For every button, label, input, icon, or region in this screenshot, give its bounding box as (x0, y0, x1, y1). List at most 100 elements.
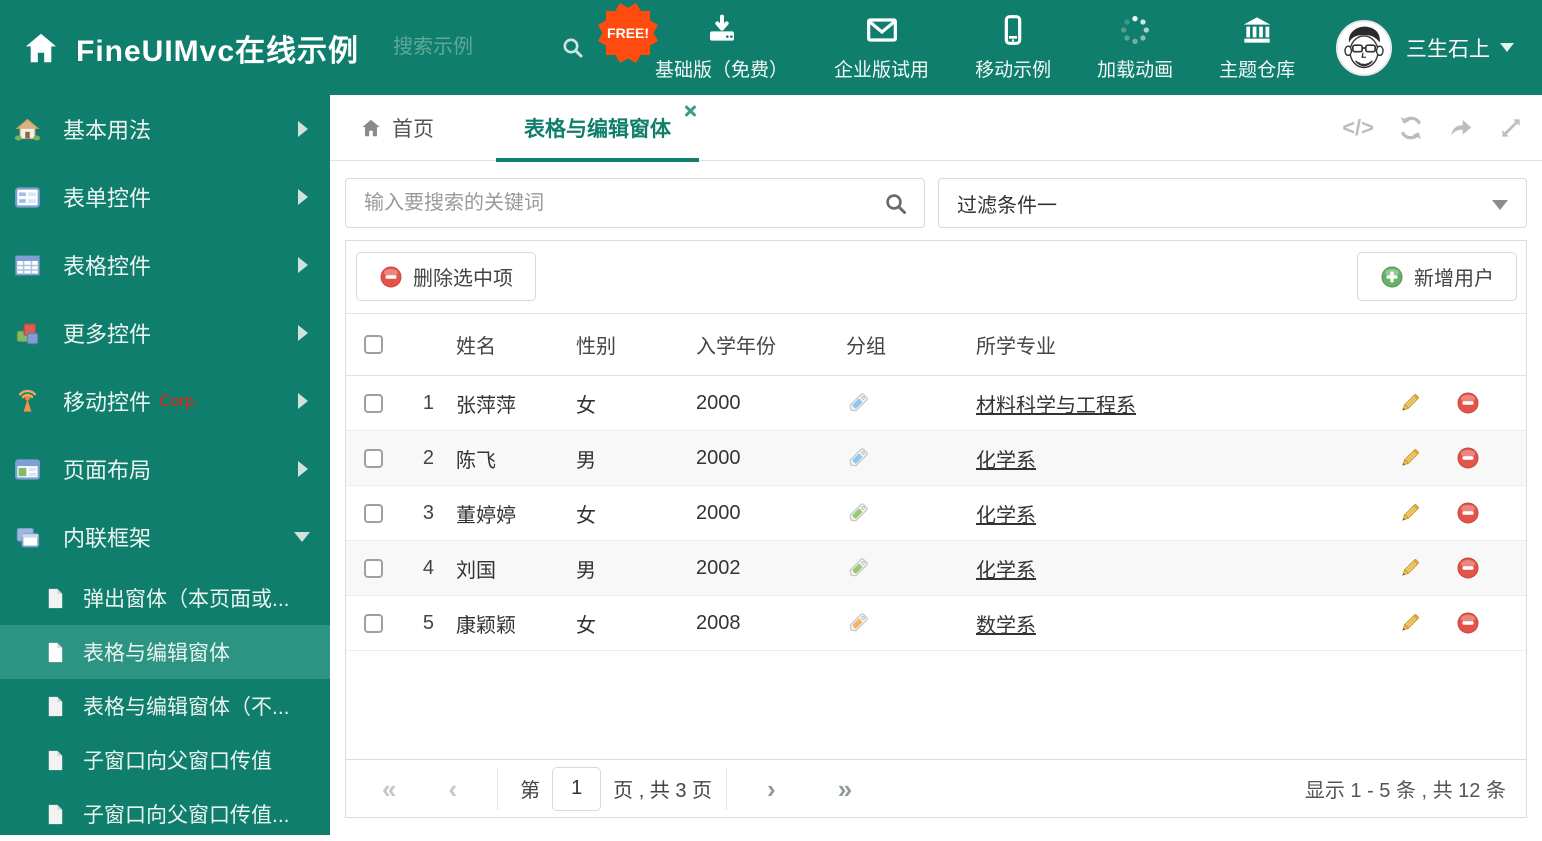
header-search-input[interactable] (393, 36, 544, 59)
layout-icon (15, 458, 40, 480)
row-index: 3 (422, 501, 434, 524)
file-icon (48, 696, 63, 716)
filter-row: 过滤条件一 (345, 178, 1527, 228)
filter-dropdown[interactable]: 过滤条件一 (938, 178, 1527, 228)
sidebar-item-form-controls[interactable]: 表单控件 (0, 163, 330, 231)
column-header-gender[interactable]: 性别 (566, 330, 686, 359)
cell-major: 化学系 (966, 444, 1311, 473)
column-header-year[interactable]: 入学年份 (686, 330, 831, 359)
sidebar-item-grid-controls[interactable]: 表格控件 (0, 231, 330, 299)
page-suffix: 页 , 共 3 页 (613, 780, 713, 802)
cell-major: 化学系 (966, 499, 1311, 528)
column-header-group[interactable]: 分组 (831, 330, 966, 359)
row-checkbox[interactable] (364, 448, 383, 468)
edit-icon[interactable] (1398, 391, 1422, 415)
tab-home[interactable]: 首页 (360, 113, 434, 143)
major-link[interactable]: 化学系 (976, 560, 1036, 582)
delete-icon[interactable] (1456, 611, 1480, 635)
major-link[interactable]: 化学系 (976, 505, 1036, 527)
keyword-search-input[interactable] (346, 179, 924, 227)
tab-label: 首页 (392, 117, 434, 141)
cell-name: 刘国 (456, 559, 496, 582)
add-user-button[interactable]: 新增用户 (1357, 252, 1517, 301)
sidebar-item-iframe[interactable]: 内联框架 (0, 503, 330, 571)
user-menu[interactable]: 三生石上 (1336, 19, 1514, 76)
major-link[interactable]: 化学系 (976, 450, 1036, 472)
delete-icon[interactable] (1456, 501, 1480, 525)
cell-year: 2000 (696, 501, 741, 524)
row-checkbox[interactable] (364, 503, 383, 523)
tab-grid-edit-window[interactable]: 表格与编辑窗体 (496, 95, 699, 162)
nav-item-label: 加载动画 (1097, 59, 1174, 81)
cell-group (831, 391, 966, 415)
select-all-checkbox[interactable] (364, 335, 383, 354)
delete-selected-label: 删除选中项 (413, 268, 513, 290)
cell-name: 陈飞 (456, 449, 496, 472)
nav-item-theme-store[interactable]: 主题仓库 (1219, 14, 1295, 82)
close-icon[interactable] (683, 104, 697, 118)
edit-icon[interactable] (1398, 556, 1422, 580)
last-page-icon[interactable]: » (838, 776, 852, 802)
frames-icon (16, 527, 40, 547)
next-page-icon[interactable]: › (767, 776, 776, 802)
table-row: 3 董婷婷 女 2000 化学系 (346, 486, 1526, 541)
row-checkbox[interactable] (364, 393, 383, 413)
search-icon[interactable] (561, 36, 585, 60)
cell-gender: 女 (576, 614, 596, 637)
search-icon[interactable] (884, 192, 908, 216)
nav-item-basic-free[interactable]: FREE! 基础版（免费） (597, 2, 789, 82)
table-row: 4 刘国 男 2002 化学系 (346, 541, 1526, 596)
nav-item-mobile-demo[interactable]: 移动示例 (975, 14, 1051, 82)
cell-gender: 男 (576, 559, 596, 582)
major-link[interactable]: 数学系 (976, 615, 1036, 637)
file-icon (48, 804, 63, 824)
row-index: 1 (422, 391, 434, 414)
major-link[interactable]: 材料科学与工程系 (976, 395, 1136, 417)
pagination-bar: « ‹ 第 页 , 共 3 页 › » 显示 1 - 5 条 , 共 12 条 (346, 759, 1526, 817)
sidebar-subitem-popup-window[interactable]: 弹出窗体（本页面或... (0, 571, 330, 625)
cell-year: 2000 (696, 446, 741, 469)
envelope-icon (866, 17, 897, 42)
tag-icon (849, 503, 868, 522)
delete-icon[interactable] (1456, 391, 1480, 415)
row-checkbox[interactable] (364, 558, 383, 578)
expand-icon[interactable] (1498, 115, 1524, 141)
page-number-input[interactable] (552, 766, 602, 811)
prev-page-icon[interactable]: ‹ (448, 776, 457, 802)
delete-icon[interactable] (1456, 556, 1480, 580)
delete-icon[interactable] (1456, 446, 1480, 470)
share-icon[interactable] (1448, 115, 1474, 141)
column-header-major[interactable]: 所学专业 (966, 330, 1311, 359)
keyword-search (345, 178, 925, 228)
nav-item-enterprise-trial[interactable]: 企业版试用 (834, 14, 929, 82)
row-index: 5 (422, 611, 434, 634)
edit-icon[interactable] (1398, 611, 1422, 635)
sidebar-subitem-grid-edit-window-2[interactable]: 表格与编辑窗体（不... (0, 679, 330, 733)
sidebar-item-label: 移动控件 (63, 390, 152, 415)
antenna-icon (18, 389, 37, 412)
table-icon (15, 255, 40, 275)
filter-dropdown-value: 过滤条件一 (957, 194, 1057, 217)
first-page-icon[interactable]: « (382, 776, 396, 802)
sidebar-item-more-controls[interactable]: 更多控件 (0, 299, 330, 367)
sidebar-item-page-layout[interactable]: 页面布局 (0, 435, 330, 503)
sidebar-subitem-grid-edit-window[interactable]: 表格与编辑窗体 (0, 625, 330, 679)
sidebar-subitem-child-to-parent[interactable]: 子窗口向父窗口传值 (0, 733, 330, 787)
refresh-icon[interactable] (1398, 115, 1424, 141)
sidebar-subitem-child-to-parent-2[interactable]: 子窗口向父窗口传值... (0, 787, 330, 841)
brand[interactable]: FineUIMvc在线示例 (22, 26, 359, 70)
row-checkbox[interactable] (364, 613, 383, 633)
edit-icon[interactable] (1398, 501, 1422, 525)
tag-icon (849, 393, 868, 412)
nav-item-label: 主题仓库 (1219, 59, 1296, 81)
file-icon (48, 750, 63, 770)
column-header-name[interactable]: 姓名 (446, 330, 566, 359)
sidebar-item-mobile-controls[interactable]: 移动控件 Corp. (0, 367, 330, 435)
edit-icon[interactable] (1398, 446, 1422, 470)
nav-item-label: 基础版（免费） (655, 59, 789, 81)
sidebar-item-label: 页面布局 (63, 458, 152, 483)
source-code-icon[interactable]: </> (1342, 115, 1374, 141)
nav-item-loading-animation[interactable]: 加载动画 (1097, 14, 1173, 82)
delete-selected-button[interactable]: 删除选中项 (356, 252, 536, 301)
sidebar-item-basic-usage[interactable]: 基本用法 (0, 95, 330, 163)
